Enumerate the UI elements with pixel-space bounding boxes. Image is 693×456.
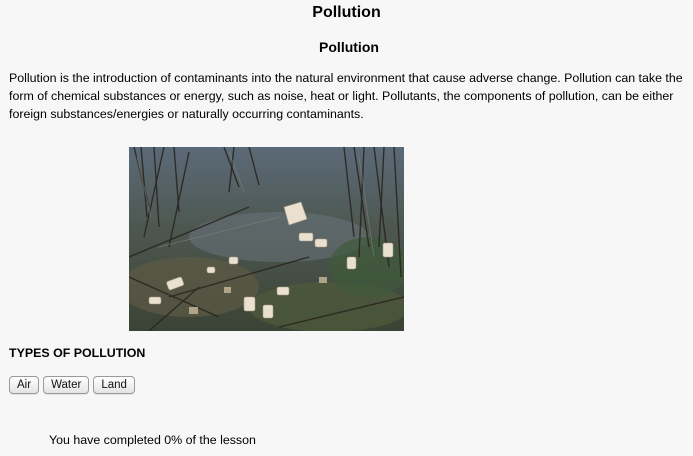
intro-paragraph: Pollution is the introduction of contami… [9, 71, 683, 121]
progress-text: You have completed 0% of the lesson [49, 433, 256, 447]
types-heading: TYPES OF POLLUTION [9, 346, 146, 360]
polluted-water-photo [129, 147, 404, 331]
air-button[interactable]: Air [9, 376, 40, 394]
section-title: Pollution [319, 39, 379, 55]
water-button[interactable]: Water [43, 376, 90, 394]
page-title: Pollution [312, 4, 381, 21]
lesson-page: Pollution Pollution Pollution is the int… [0, 0, 693, 456]
pollution-type-buttons: Air Water Land [9, 376, 135, 394]
land-button[interactable]: Land [93, 376, 135, 394]
